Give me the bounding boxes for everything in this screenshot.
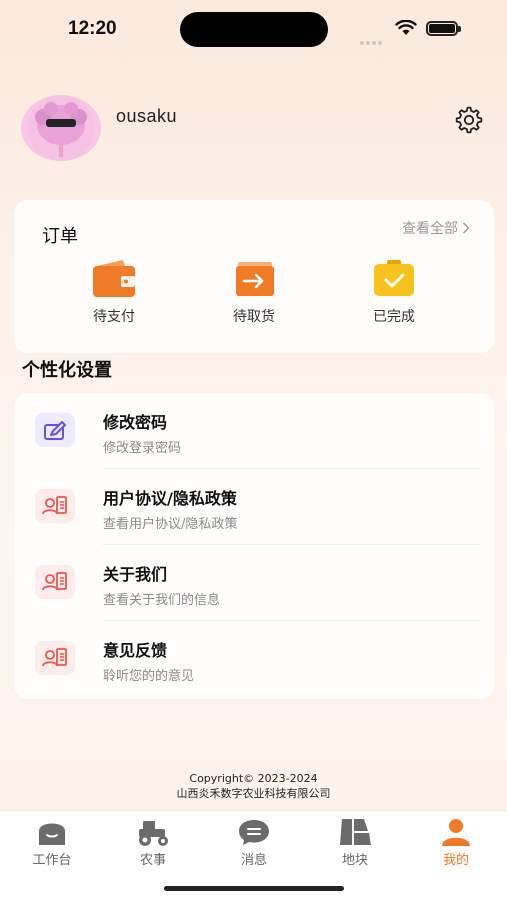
wallet-icon	[93, 260, 135, 297]
signal-icon	[360, 30, 388, 45]
about-us-title: 关于我们	[103, 565, 168, 584]
tractor-icon	[139, 821, 168, 846]
footer: Copyright© 2023-2024 山西炎禾数字农业科技有限公司	[0, 771, 507, 801]
personal-settings-title: 个性化设置	[22, 360, 112, 381]
battery-icon	[426, 21, 461, 36]
view-all-label: 查看全部	[402, 221, 458, 237]
status-bar: 12:20	[0, 0, 507, 58]
user-agreement-item[interactable]: 用户协议/隐私政策 查看用户协议/隐私政策	[14, 469, 494, 545]
tab-mine-label: 我的	[442, 853, 469, 868]
map-icon	[340, 819, 371, 845]
gear-icon	[455, 106, 483, 134]
avatar[interactable]	[21, 95, 101, 161]
tab-workbench[interactable]: 工作台	[12, 817, 92, 868]
user-agreement-title: 用户协议/隐私政策	[103, 489, 237, 508]
tab-farming-label: 农事	[139, 853, 166, 868]
feedback-title: 意见反馈	[103, 641, 168, 660]
profile-icon	[442, 819, 470, 846]
order-pending-pickup-label: 待取货	[233, 309, 275, 325]
orders-title: 订单	[42, 226, 78, 247]
pickup-icon	[236, 262, 274, 296]
dynamic-island	[180, 12, 328, 47]
settings-list: 修改密码 修改登录密码 用户协议/隐私政策 查看用户协议/隐私政策 关于我们 查…	[14, 393, 494, 699]
change-password-item[interactable]: 修改密码 修改登录密码	[14, 393, 494, 469]
about-us-item[interactable]: 关于我们 查看关于我们的信息	[14, 545, 494, 621]
tab-workbench-label: 工作台	[32, 853, 72, 868]
order-pending-payment[interactable]: 待支付	[69, 260, 159, 326]
contact-card-icon	[35, 565, 75, 599]
order-completed[interactable]: 已完成	[349, 260, 439, 326]
about-us-subtitle: 查看关于我们的信息	[103, 593, 221, 608]
order-completed-label: 已完成	[373, 309, 415, 325]
tab-messages[interactable]: 消息	[214, 817, 294, 868]
feedback-subtitle: 聆听您的的意见	[103, 669, 195, 684]
view-all-orders-link[interactable]: 查看全部	[402, 218, 470, 238]
tab-farming[interactable]: 农事	[113, 817, 193, 868]
feedback-item[interactable]: 意见反馈 聆听您的的意见	[14, 621, 494, 697]
status-time: 12:20	[68, 18, 117, 39]
home-indicator	[164, 886, 344, 891]
user-agreement-subtitle: 查看用户协议/隐私政策	[103, 517, 238, 532]
tab-messages-label: 消息	[240, 853, 267, 868]
order-pending-payment-label: 待支付	[93, 309, 135, 325]
message-icon	[239, 820, 269, 845]
company-name: 山西炎禾数字农业科技有限公司	[176, 787, 331, 800]
username: ousaku	[116, 106, 178, 126]
contact-card-icon	[35, 641, 75, 675]
orders-card: 订单 查看全部 待支付 待取货 已完成	[14, 200, 494, 353]
tab-plots-label: 地块	[341, 853, 368, 868]
wifi-icon	[395, 19, 417, 40]
copyright-text: Copyright© 2023-2024	[189, 772, 318, 785]
chevron-right-icon	[462, 222, 470, 234]
change-password-subtitle: 修改登录密码	[103, 441, 182, 456]
order-pending-pickup[interactable]: 待取货	[209, 260, 299, 326]
workbench-icon	[39, 823, 65, 845]
contact-card-icon	[35, 489, 75, 523]
tab-plots[interactable]: 地块	[315, 817, 395, 868]
tab-mine[interactable]: 我的	[416, 817, 496, 868]
settings-button[interactable]	[452, 103, 486, 137]
change-password-title: 修改密码	[103, 413, 168, 432]
completed-icon	[374, 260, 414, 296]
edit-password-icon	[35, 413, 75, 447]
